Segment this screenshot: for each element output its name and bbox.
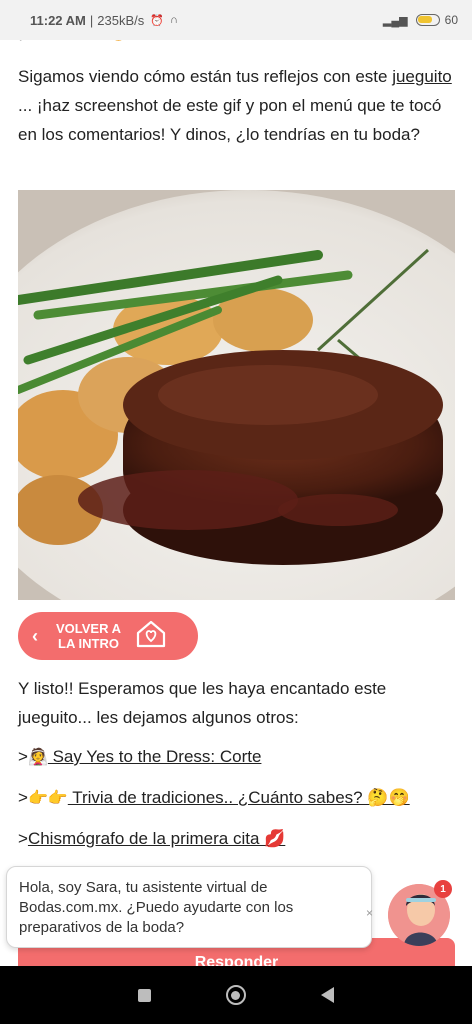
volver-label-line2: LA INTRO (58, 636, 119, 651)
notification-badge: 1 (434, 880, 452, 898)
home-icon[interactable] (225, 985, 246, 1005)
home-heart-icon (135, 619, 167, 654)
volver-label-line1: VOLVER A (56, 621, 122, 636)
pointing-emoji: 👉👉 (27, 790, 68, 807)
jueguito-link[interactable]: jueguito (392, 67, 452, 86)
status-bar: 11:22 AM | 235kB/s ⏰ ∩ ▂▄▆ 60 (0, 0, 472, 40)
link-item: >👉👉 Trivia de tradiciones.. ¿Cuánto sabe… (18, 787, 458, 810)
assistant-chat-bubble[interactable]: Hola, soy Sara, tu asistente virtual de … (6, 866, 372, 948)
bride-emoji: 👰 (27, 749, 48, 766)
chevron-left-icon: ‹ (32, 625, 38, 646)
closing-paragraph: Y listo!! Esperamos que les haya encanta… (18, 679, 387, 727)
volver-intro-button[interactable]: ‹ VOLVER A LA INTRO (18, 612, 198, 660)
steak-illustration (18, 190, 455, 600)
intro-paragraph: Sigamos viendo cómo están tus reflejos c… (18, 62, 456, 149)
chismografo-link[interactable]: Chismógrafo de la primera cita 💋 (28, 829, 285, 848)
link-item: >Chismógrafo de la primera cita 💋 (18, 828, 458, 850)
steak-image (18, 190, 455, 600)
volver-intro-label: VOLVER A LA INTRO (56, 621, 121, 651)
link-item: >👰 Say Yes to the Dress: Corte (18, 746, 458, 769)
link-prefix: > (18, 829, 28, 848)
navigation-bar (0, 966, 472, 1024)
status-separator: | (89, 12, 94, 28)
battery-icon (415, 14, 440, 26)
back-icon[interactable] (321, 987, 335, 1003)
status-speed: 235kB/s (97, 12, 145, 28)
battery-percent: 60 (444, 13, 458, 27)
intro-text: Sigamos viendo cómo están tus reflejos c… (18, 67, 393, 86)
signal-icon: ▂▄▆ (382, 14, 408, 27)
intro-text-rest: ... ¡haz screenshot de este gif y pon el… (18, 96, 442, 144)
close-icon[interactable]: × (366, 906, 373, 920)
link-prefix: > (18, 747, 28, 766)
alarm-icon: ⏰ (150, 14, 164, 27)
status-time: 11:22 AM (30, 12, 86, 28)
link-prefix: > (18, 788, 28, 807)
closing-section: Y listo!! Esperamos que les haya encanta… (18, 674, 458, 868)
recents-icon[interactable] (137, 988, 151, 1002)
say-yes-link[interactable]: Say Yes to the Dress: Corte (48, 747, 262, 766)
trivia-link[interactable]: Trivia de tradiciones.. ¿Cuánto sabes? 🤔… (68, 788, 409, 807)
headphones-icon: ∩ (169, 14, 178, 26)
article-body: ¡Hola como! 😍 Sigamos viendo cómo están … (18, 22, 456, 149)
